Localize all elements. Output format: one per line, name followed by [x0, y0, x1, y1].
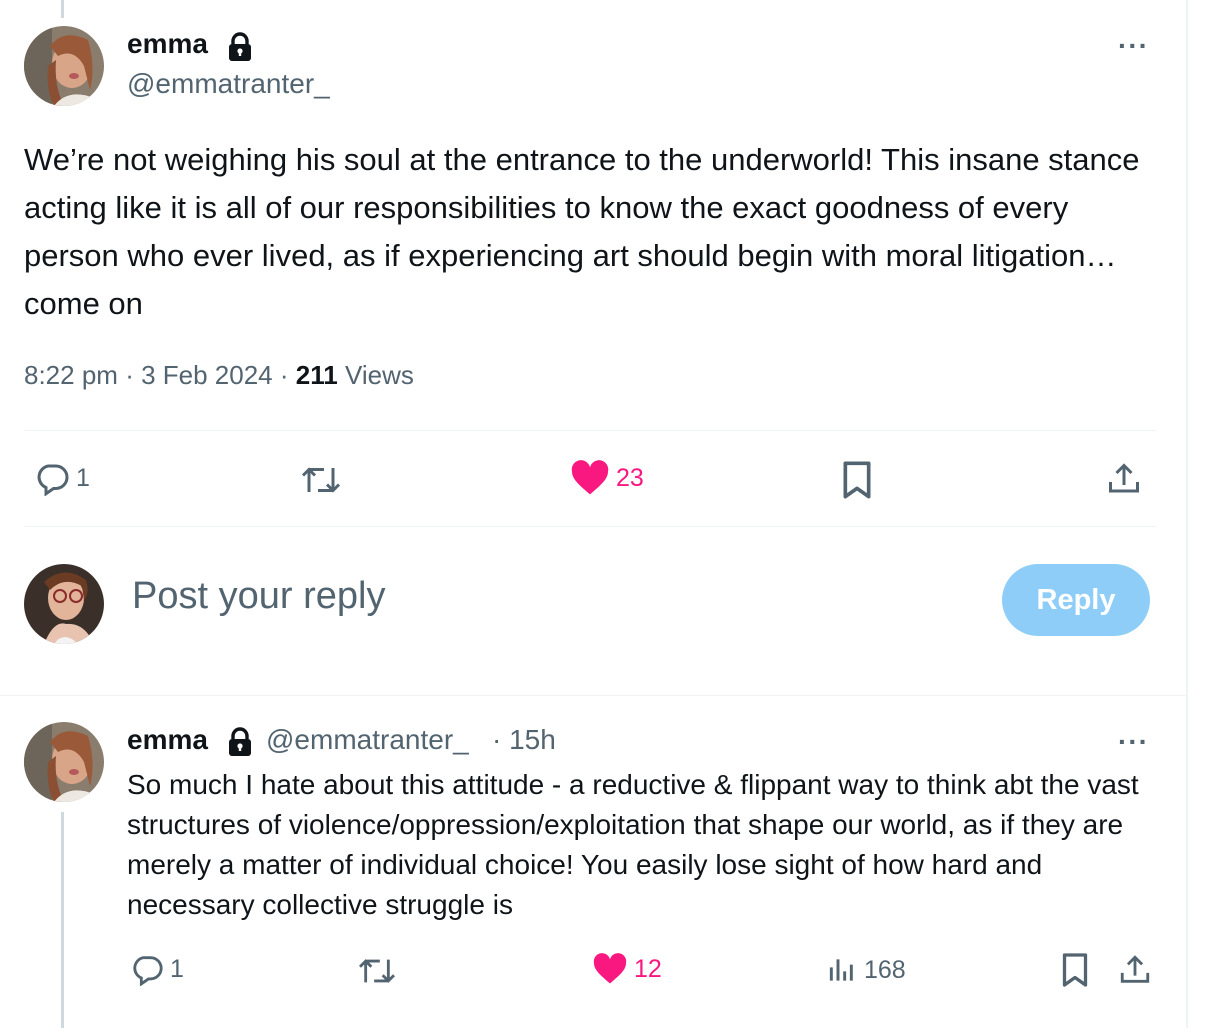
like-count: 23 — [616, 463, 644, 492]
reply-input[interactable]: Post your reply — [132, 575, 385, 618]
bookmark-action[interactable] — [840, 460, 874, 500]
reply-author-name[interactable]: emma — [127, 724, 208, 756]
lock-icon — [227, 727, 253, 762]
more-options-icon[interactable]: ··· — [1118, 728, 1149, 756]
meta-separator: · — [125, 360, 134, 390]
current-user-avatar[interactable] — [24, 564, 104, 644]
heart-icon — [592, 953, 628, 985]
repost-icon — [357, 954, 397, 988]
meta-separator: · — [279, 360, 289, 390]
reply-button[interactable]: Reply — [1002, 564, 1150, 636]
more-options-icon[interactable]: ··· — [1118, 32, 1149, 60]
thread-line-bottom — [61, 812, 64, 1028]
repost-icon — [300, 462, 342, 498]
reply-count: 1 — [170, 954, 184, 983]
share-action[interactable] — [1106, 460, 1142, 498]
bookmark-icon — [840, 460, 874, 500]
views-action[interactable]: 168 — [826, 953, 906, 987]
repost-action[interactable] — [300, 462, 342, 498]
thread-line-top — [61, 0, 64, 18]
reply-tweet-avatar[interactable] — [24, 722, 104, 802]
bar-chart-icon — [826, 953, 858, 987]
reply-icon — [130, 952, 164, 986]
bookmark-icon — [1060, 952, 1090, 988]
reply-author-handle[interactable]: @emmatranter_ — [266, 724, 469, 756]
lock-icon — [227, 32, 253, 67]
reply-tweet-text: So much I hate about this attitude - a r… — [127, 769, 1139, 920]
share-action[interactable] — [1118, 952, 1152, 988]
divider — [0, 695, 1186, 696]
share-icon — [1106, 460, 1142, 498]
main-tweet-text: We’re not weighing his soul at the entra… — [24, 142, 1140, 321]
views-count: 211 — [295, 360, 338, 390]
divider — [24, 526, 1156, 527]
reply-icon — [34, 460, 70, 496]
repost-action[interactable] — [357, 954, 397, 988]
reply-count: 1 — [76, 463, 90, 492]
heart-icon — [570, 460, 610, 496]
views-label: Views — [344, 360, 414, 390]
main-author-handle[interactable]: @emmatranter_ — [127, 68, 330, 100]
column-border — [1186, 0, 1188, 1028]
tweet-meta: 8:22 pm · 3 Feb 2024 · 211 Views — [24, 360, 414, 391]
reply-action[interactable]: 1 — [34, 460, 90, 496]
main-author-name[interactable]: emma — [127, 28, 208, 60]
like-count: 12 — [634, 954, 662, 983]
reply-action[interactable]: 1 — [130, 952, 184, 986]
views-count: 168 — [864, 955, 906, 984]
like-action[interactable]: 23 — [570, 460, 644, 496]
like-action[interactable]: 12 — [592, 953, 662, 985]
main-tweet-avatar[interactable] — [24, 26, 104, 106]
share-icon — [1118, 952, 1152, 988]
divider — [24, 430, 1156, 431]
tweet-date[interactable]: 3 Feb 2024 — [141, 360, 273, 390]
reply-time[interactable]: · 15h — [492, 724, 556, 756]
bookmark-action[interactable] — [1060, 952, 1090, 988]
tweet-time[interactable]: 8:22 pm — [24, 360, 118, 390]
